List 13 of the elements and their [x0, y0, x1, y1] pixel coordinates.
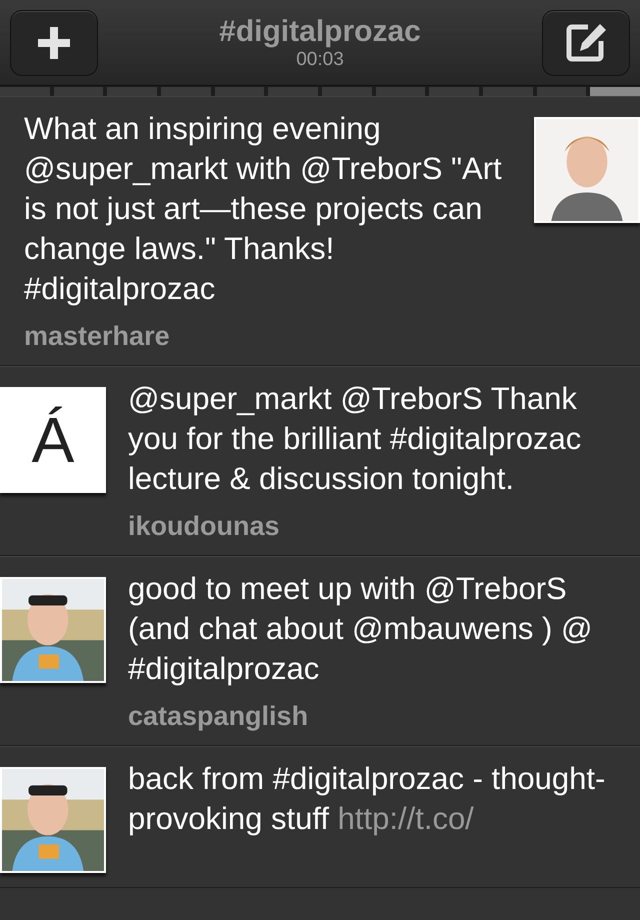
username[interactable]: cataspanglish — [128, 701, 308, 731]
add-button[interactable] — [10, 10, 98, 76]
avatar[interactable]: Á — [0, 387, 106, 493]
compose-button[interactable] — [542, 10, 630, 76]
hashtag-title: #digitalprozac — [219, 14, 421, 48]
tweet-text: good to meet up with @TreborS (and chat about @mbauwens ) @ #digitalprozac — [128, 570, 594, 688]
tweet-link[interactable]: http://t.co/ — [338, 801, 474, 836]
tweet-text: back from #digitalprozac - thought-provoking stuff http://t.co/ — [128, 760, 606, 838]
tweet-text: @super_markt @TreborS Thank you for the brilliant #digitalprozac lecture & discussion tonight. — [128, 380, 582, 498]
username[interactable]: ikoudounas — [128, 511, 280, 541]
username[interactable]: masterhare — [24, 321, 170, 351]
timer: 00:03 — [296, 48, 344, 70]
tweet-text: What an inspiring evening @super_markt with @TreborS "Art is not just art—these projects can change laws." Thanks! #digitalprozac — [24, 110, 503, 308]
